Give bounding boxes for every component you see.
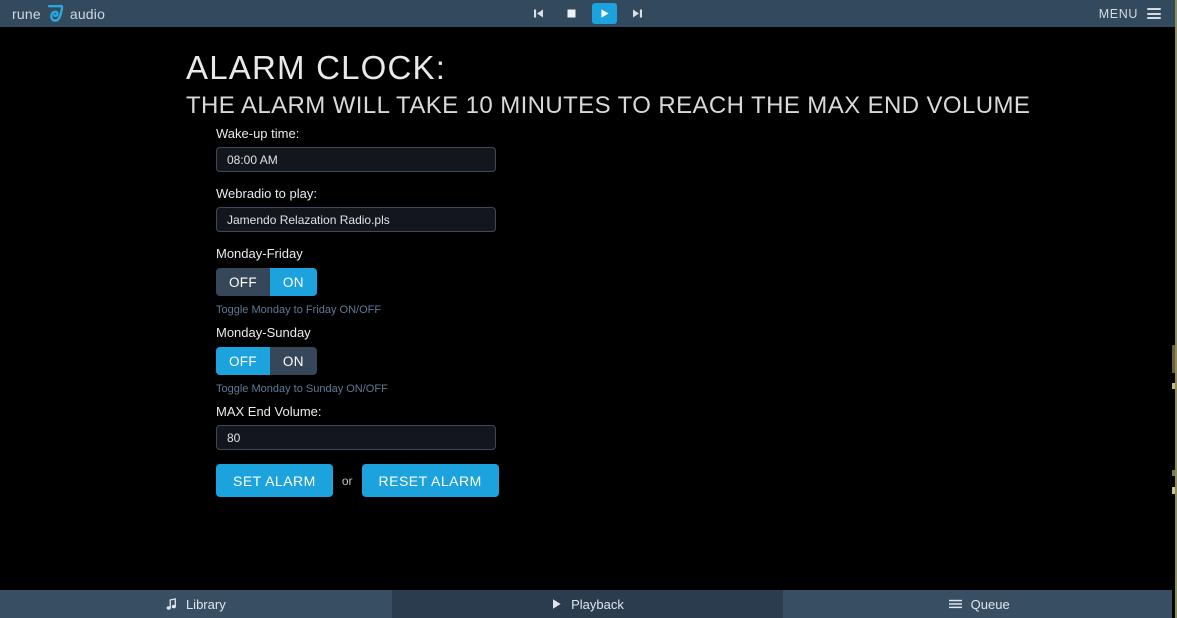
monday-friday-off-button[interactable]: OFF xyxy=(216,268,270,296)
wake-up-time-input[interactable] xyxy=(216,147,496,172)
bottom-navigation-bar: Library Playback Queue xyxy=(0,590,1176,618)
monday-friday-label: Monday-Friday xyxy=(216,246,303,261)
previous-track-button[interactable] xyxy=(526,3,551,24)
set-alarm-button[interactable]: SET ALARM xyxy=(216,464,333,497)
runeaudio-mask-icon xyxy=(46,4,65,23)
hamburger-icon xyxy=(1147,8,1161,19)
stop-button[interactable] xyxy=(559,3,584,24)
menu-label: MENU xyxy=(1098,6,1138,21)
bottom-tab-queue[interactable]: Queue xyxy=(783,590,1176,618)
page-title: ALARM CLOCK: xyxy=(186,49,447,86)
monday-sunday-label: Monday-Sunday xyxy=(216,325,311,340)
wake-up-time-label: Wake-up time: xyxy=(216,126,300,141)
player-transport-controls xyxy=(0,0,1175,27)
max-end-volume-input[interactable] xyxy=(216,425,496,450)
monday-sunday-help-link[interactable]: Toggle Monday to Sunday ON/OFF xyxy=(216,382,516,396)
play-triangle-icon xyxy=(551,598,562,610)
alarm-action-row: SET ALARM or RESET ALARM xyxy=(216,464,516,497)
play-button[interactable] xyxy=(591,3,617,24)
main-content-area: ALARM CLOCK: THE ALARM WILL TAKE 10 MINU… xyxy=(0,27,1175,590)
bottom-tab-library[interactable]: Library xyxy=(0,590,392,618)
bottom-tab-library-label: Library xyxy=(185,596,226,612)
monday-friday-toggle-group: OFF ON xyxy=(216,268,317,296)
brand-word-left: rune xyxy=(12,5,41,22)
monday-friday-on-button[interactable]: ON xyxy=(269,268,317,296)
bottom-tab-playback-label: Playback xyxy=(571,596,624,612)
monday-sunday-on-button[interactable]: ON xyxy=(269,347,317,375)
list-lines-icon xyxy=(948,599,962,610)
reset-alarm-button[interactable]: RESET ALARM xyxy=(361,464,499,497)
page-subtitle: THE ALARM WILL TAKE 10 MINUTES TO REACH … xyxy=(186,92,1031,119)
next-track-button[interactable] xyxy=(625,3,650,24)
or-separator-label: or xyxy=(341,473,353,488)
top-header-bar: rune audio MENU xyxy=(0,0,1175,27)
brand-logo[interactable]: rune audio xyxy=(12,0,105,27)
monday-sunday-off-button[interactable]: OFF xyxy=(216,347,270,375)
bottom-tab-queue-label: Queue xyxy=(970,596,1010,612)
menu-button[interactable]: MENU xyxy=(1099,0,1161,27)
monday-friday-help-link[interactable]: Toggle Monday to Friday ON/OFF xyxy=(216,303,516,317)
music-note-icon xyxy=(166,597,177,611)
max-end-volume-label: MAX End Volume: xyxy=(216,404,322,419)
brand-word-right: audio xyxy=(69,5,106,22)
alarm-settings-form: Wake-up time: Webradio to play: Monday-F… xyxy=(216,126,516,497)
webradio-label: Webradio to play: xyxy=(216,186,317,201)
bottom-tab-playback[interactable]: Playback xyxy=(391,590,784,618)
monday-sunday-toggle-group: OFF ON xyxy=(216,347,317,375)
webradio-input[interactable] xyxy=(216,207,496,232)
